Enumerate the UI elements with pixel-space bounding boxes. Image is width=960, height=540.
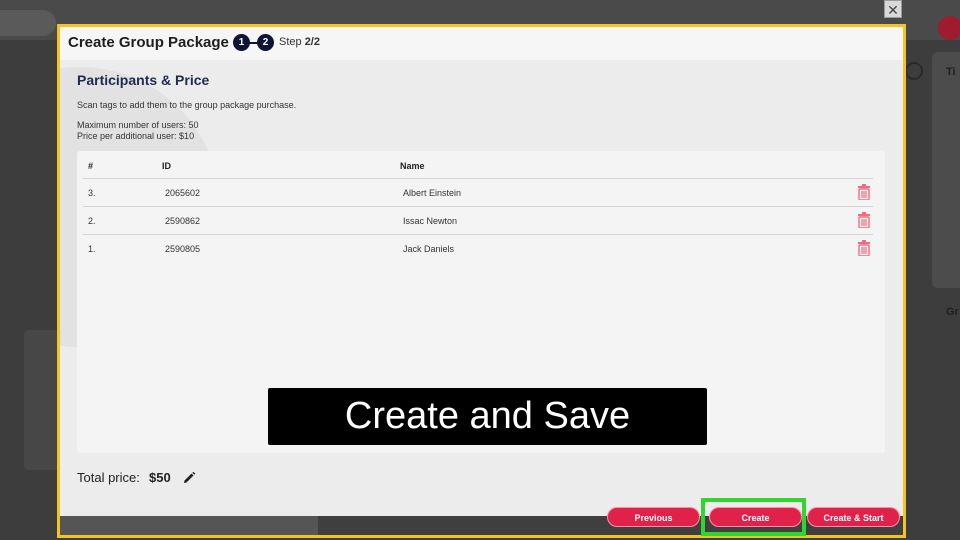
table-row: 1. 2590805 Jack Daniels (83, 234, 873, 262)
modal-title: Create Group Package (68, 34, 229, 51)
row-name: Jack Daniels (403, 244, 455, 254)
background-pill (0, 10, 56, 36)
background-circle-icon (905, 62, 923, 80)
background-card-right (932, 52, 960, 288)
trash-icon[interactable] (857, 184, 871, 200)
step-1-indicator: 1 (233, 34, 250, 51)
column-header-id: ID (162, 161, 171, 171)
row-id: 2590805 (165, 244, 201, 254)
row-id: 2590862 (165, 216, 201, 226)
total-price-value: $50 (149, 470, 171, 485)
table-row: 2. 2590862 Issac Newton (83, 206, 873, 234)
row-name: Albert Einstein (403, 188, 462, 198)
max-users-text: Maximum number of users: 50 (77, 120, 199, 130)
total-price-label: Total price: (77, 470, 140, 485)
background-card-title: Ti (946, 66, 956, 78)
video-caption: Create and Save (268, 388, 707, 445)
row-number: 2. (88, 216, 96, 226)
step-label: Step 2/2 (279, 36, 320, 48)
scan-hint: Scan tags to add them to the group packa… (77, 100, 297, 110)
previous-button[interactable]: Previous (607, 507, 700, 527)
section-title: Participants & Price (77, 72, 210, 88)
trash-icon[interactable] (857, 240, 871, 256)
modal-header: Create Group Package 1 2 Step 2/2 (60, 27, 903, 60)
background-section-title: Gr (946, 306, 959, 318)
create-button-highlight (701, 498, 806, 536)
pencil-icon[interactable] (182, 471, 196, 485)
table-row: 3. 2065602 Albert Einstein (83, 178, 873, 206)
close-icon[interactable]: ✕ (884, 0, 902, 18)
create-and-start-button[interactable]: Create & Start (807, 507, 900, 527)
column-header-name: Name (400, 161, 425, 171)
footer-bar-section (60, 516, 318, 535)
row-number: 1. (88, 244, 96, 254)
price-per-user-text: Price per additional user: $10 (77, 131, 195, 141)
step-2-indicator: 2 (257, 34, 274, 51)
column-header-number: # (88, 161, 94, 171)
trash-icon[interactable] (857, 212, 871, 228)
row-number: 3. (88, 188, 96, 198)
row-name: Issac Newton (403, 216, 458, 226)
row-id: 2065602 (165, 188, 201, 198)
create-group-package-modal: Create Group Package 1 2 Step 2/2 Partic… (60, 27, 903, 535)
background-edit-icon (938, 16, 960, 40)
